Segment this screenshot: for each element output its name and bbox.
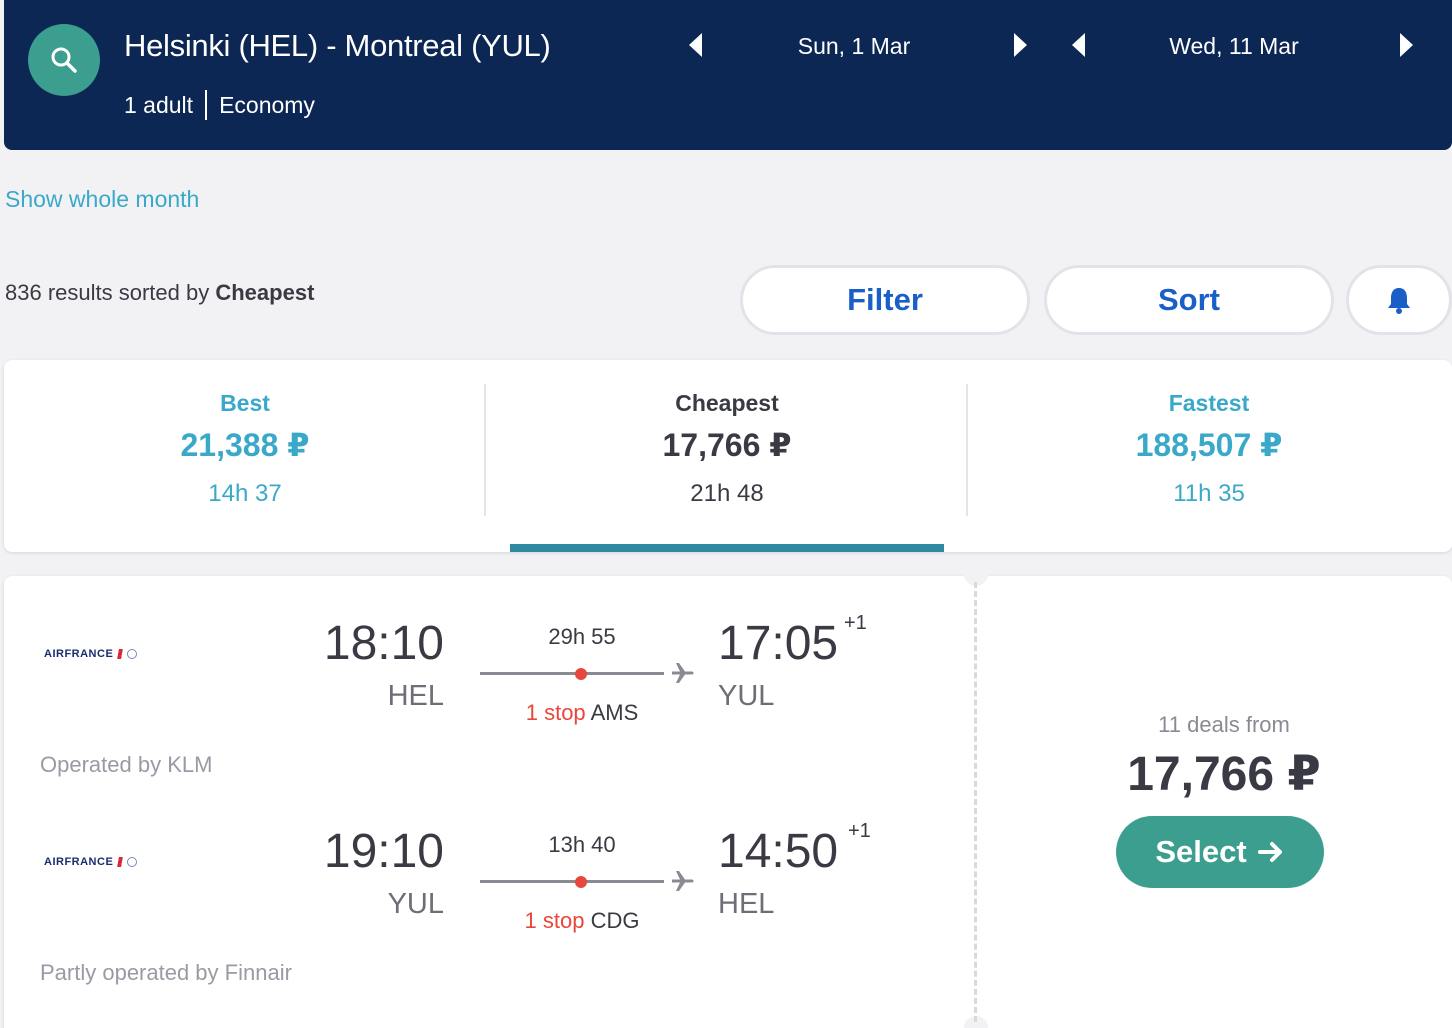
- departure-airport: HEL: [387, 680, 444, 712]
- departure-time: 19:10: [323, 825, 444, 878]
- stop-count: 1 stop: [525, 700, 586, 725]
- stop-marker: [575, 668, 587, 680]
- tab-cheapest-price: 17,766 ₽: [662, 427, 792, 463]
- arrival-time: 14:50: [718, 825, 839, 878]
- show-whole-month-link[interactable]: Show whole month: [5, 186, 199, 213]
- operated-by: Partly operated by Finnair: [40, 960, 292, 985]
- outbound-date[interactable]: Sun, 1 Mar: [764, 33, 944, 60]
- results-count: 836 results sorted by: [5, 280, 210, 305]
- stop-count: 1 stop: [524, 908, 585, 933]
- results-sort-value: Cheapest: [215, 280, 315, 305]
- sort-button-label: Sort: [1158, 282, 1220, 317]
- tab-fastest-duration: 11h 35: [1173, 480, 1245, 507]
- arrival-airport: HEL: [718, 888, 775, 920]
- day-offset: +1: [844, 612, 867, 634]
- tab-best[interactable]: Best 21,388 ₽ 14h 37: [4, 360, 486, 552]
- search-summary-header: Helsinki (HEL) - Montreal (YUL) 1 adult …: [4, 0, 1452, 150]
- departure-time: 18:10: [323, 617, 444, 670]
- plane-icon: [672, 871, 694, 891]
- arrival-airport: YUL: [718, 680, 775, 712]
- select-button-label: Select: [1155, 834, 1247, 869]
- day-offset: +1: [848, 820, 871, 842]
- tab-best-label: Best: [220, 390, 270, 416]
- route-line: [480, 672, 664, 675]
- filter-button[interactable]: Filter: [740, 265, 1030, 335]
- bell-icon: [1388, 288, 1410, 314]
- return-next-day-caret-right-icon[interactable]: [1400, 33, 1413, 57]
- sort-tabs: Best 21,388 ₽ 14h 37 Cheapest 17,766 ₽ 2…: [4, 360, 1452, 552]
- flight-duration: 13h 40: [548, 832, 616, 857]
- airline-logo: AIRFRANCE: [44, 854, 164, 870]
- tab-cheapest-duration: 21h 48: [690, 480, 764, 507]
- arrow-right-icon: [1257, 842, 1282, 862]
- active-tab-indicator: [510, 544, 944, 552]
- outbound-next-day-caret-right-icon[interactable]: [1014, 33, 1027, 57]
- stops-info: 1 stop AMS: [482, 700, 682, 726]
- itinerary-card[interactable]: AIRFRANCE 18:10 HEL 29h 55 1 stop AMS 17…: [4, 562, 1452, 1028]
- stop-airport: CDG: [590, 908, 640, 933]
- select-button[interactable]: Select: [1116, 816, 1324, 888]
- deals-count: 11 deals from: [1158, 712, 1290, 737]
- airline-logo-stripe: [116, 857, 125, 867]
- outbound-prev-day-caret-left-icon[interactable]: [689, 33, 702, 57]
- tab-best-price: 21,388 ₽: [180, 427, 310, 463]
- trip-details[interactable]: 1 adult Economy: [124, 90, 315, 120]
- airline-logo-text: AIRFRANCE: [44, 648, 114, 660]
- route-line: [480, 880, 664, 883]
- tab-cheapest-label: Cheapest: [675, 390, 779, 416]
- price-alert-button[interactable]: [1346, 265, 1452, 335]
- search-button[interactable]: [28, 24, 100, 96]
- airline-logo: AIRFRANCE: [44, 646, 164, 662]
- departure-airport: YUL: [387, 888, 444, 920]
- plane-icon: [672, 663, 694, 683]
- results-summary: 836 results sorted by Cheapest: [5, 280, 314, 306]
- tab-fastest[interactable]: Fastest 188,507 ₽ 11h 35: [968, 360, 1450, 552]
- stop-marker: [575, 876, 587, 888]
- return-date[interactable]: Wed, 11 Mar: [1144, 33, 1324, 60]
- airline-logo-globe: [127, 857, 138, 867]
- airline-logo-globe: [127, 649, 138, 659]
- filter-button-label: Filter: [847, 282, 923, 317]
- ticket-divider: [974, 582, 977, 1022]
- arrival-time: 17:05: [718, 617, 839, 670]
- cabin-class: Economy: [219, 91, 315, 118]
- route-title[interactable]: Helsinki (HEL) - Montreal (YUL): [124, 28, 551, 64]
- passenger-count: 1 adult: [124, 91, 194, 118]
- operated-by: Operated by KLM: [40, 752, 213, 777]
- tab-fastest-price: 188,507 ₽: [1135, 427, 1283, 463]
- stop-airport: AMS: [590, 700, 639, 725]
- return-prev-day-caret-left-icon[interactable]: [1072, 33, 1085, 57]
- sort-button[interactable]: Sort: [1044, 265, 1334, 335]
- airline-logo-stripe: [116, 649, 125, 659]
- stops-info: 1 stop CDG: [482, 908, 682, 934]
- tab-cheapest[interactable]: Cheapest 17,766 ₽ 21h 48: [486, 360, 968, 552]
- itinerary-price: 17,766 ₽: [1127, 748, 1321, 801]
- meta-divider: [205, 90, 208, 120]
- tab-fastest-label: Fastest: [1168, 390, 1250, 416]
- tab-best-duration: 14h 37: [208, 480, 282, 507]
- airline-logo-text: AIRFRANCE: [44, 856, 114, 868]
- flight-duration: 29h 55: [548, 624, 616, 649]
- search-icon: [51, 47, 77, 73]
